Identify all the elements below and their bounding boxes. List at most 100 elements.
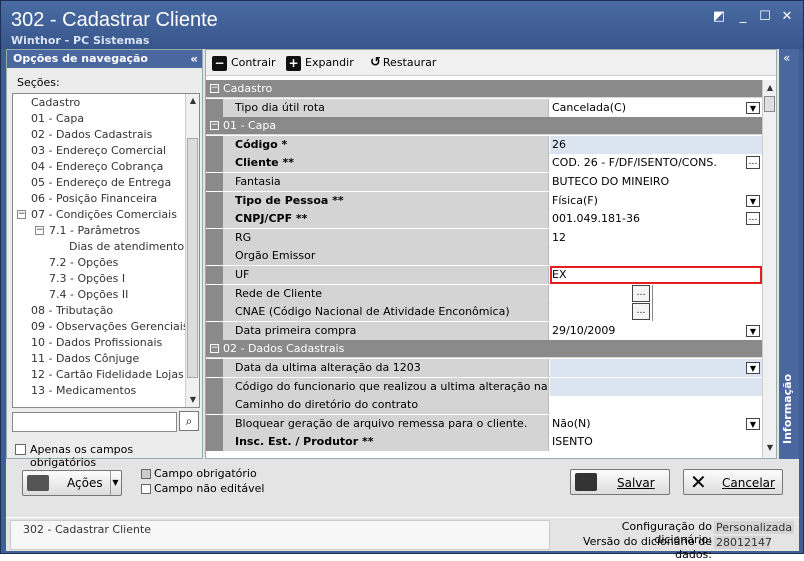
- field-value[interactable]: ▼: [550, 359, 762, 377]
- chevron-down-icon[interactable]: ▼: [746, 417, 760, 430]
- expand-label: Expandir: [305, 56, 354, 69]
- field-value[interactable]: [550, 377, 762, 396]
- field-value[interactable]: [550, 247, 762, 266]
- field-value[interactable]: 29/10/2009 ▼: [550, 321, 762, 340]
- field-value[interactable]: Física(F) ▼: [550, 191, 762, 210]
- field-label: Fantasia: [223, 173, 549, 191]
- restore-button[interactable]: ↺ Restaurar: [370, 54, 436, 72]
- chevron-down-icon[interactable]: ▼: [746, 101, 760, 114]
- grid-section[interactable]: −01 - Capa: [206, 117, 762, 136]
- field-value[interactable]: …: [550, 303, 762, 322]
- grid-row: Insc. Est. / Produtor ** ISENTO: [206, 433, 762, 452]
- row-gutter: [206, 210, 223, 229]
- section-collapse-icon[interactable]: −: [210, 344, 219, 354]
- actions-button[interactable]: Ações ▼: [22, 470, 122, 496]
- property-grid: − Cadastro Tipo dia útil rota Cancelada(C) ▼…: [206, 80, 762, 458]
- chevron-down-icon[interactable]: ▼: [746, 324, 760, 337]
- ellipsis-button[interactable]: …: [746, 156, 760, 170]
- field-value[interactable]: ISENTO: [550, 433, 762, 452]
- field-label: Data primeira compra: [223, 321, 549, 340]
- grid-row: CNAE (Código Nacional de Atividade Encon…: [206, 303, 762, 322]
- grid-row: Tipo dia útil rota Cancelada(C) ▼: [206, 98, 762, 117]
- tree-item-label: 05 - Endereço de Entrega: [31, 176, 172, 189]
- field-value[interactable]: EX: [550, 266, 762, 284]
- ellipsis-button[interactable]: …: [632, 284, 650, 302]
- collapse-label: Contrair: [231, 56, 276, 69]
- chevron-down-icon[interactable]: ▼: [746, 194, 760, 207]
- field-value[interactable]: Não(N) ▼: [550, 414, 762, 433]
- section-collapse-icon[interactable]: −: [210, 84, 219, 93]
- field-value[interactable]: 001.049.181-36…: [550, 210, 762, 229]
- grid-section-label: 02 - Dados Cadastrais: [223, 342, 345, 356]
- field-value-text: COD. 26 - F/DF/ISENTO/CONS.: [552, 156, 717, 170]
- row-gutter: [206, 173, 223, 191]
- tree-item-label: 7.4 - Opções II: [49, 288, 129, 301]
- required-only-checkbox[interactable]: [15, 444, 26, 455]
- collapse-right-icon[interactable]: «: [783, 51, 790, 65]
- field-value[interactable]: BUTECO DO MINEIRO: [550, 173, 762, 191]
- field-value[interactable]: …: [550, 284, 762, 303]
- grid-scrollbar[interactable]: ▲ ▼: [762, 80, 776, 458]
- grid-row: Data da ultima alteração da 1203 ▼: [206, 359, 762, 377]
- field-value-text: ISENTO: [552, 435, 593, 449]
- section-collapse-icon[interactable]: −: [210, 121, 219, 131]
- chevron-down-icon[interactable]: ▼: [110, 471, 120, 495]
- status-bar: 302 - Cadastrar Cliente Configuração do …: [6, 517, 799, 561]
- sections-tree[interactable]: Cadastro 01 - Capa 02 - Dados Cadastrais 03…: [12, 93, 200, 408]
- ellipsis-button[interactable]: …: [632, 303, 650, 321]
- save-button[interactable]: Salvar: [570, 469, 670, 495]
- tree-item-label: 03 - Endereço Comercial: [31, 144, 167, 157]
- grid-row: Orgão Emissor: [206, 247, 762, 266]
- cancel-button[interactable]: ✕ Cancelar: [683, 469, 783, 495]
- field-label: CNPJ/CPF **: [223, 210, 549, 229]
- scroll-up-icon[interactable]: ▲: [764, 82, 776, 94]
- section-search-input[interactable]: [12, 412, 177, 432]
- field-label: Orgão Emissor: [223, 247, 549, 266]
- tree-item-label: 08 - Tributação: [31, 304, 114, 317]
- grid-section[interactable]: − Cadastro: [206, 80, 762, 98]
- search-icon[interactable]: ⌕: [179, 411, 199, 431]
- tree-item-label: Cadastro: [31, 96, 81, 109]
- collapse-left-icon[interactable]: «: [190, 50, 198, 68]
- tree-expander-icon[interactable]: −: [17, 210, 26, 219]
- field-value-text: EX: [552, 268, 567, 281]
- field-value[interactable]: 26: [550, 135, 762, 154]
- maximize-icon[interactable]: ☐: [757, 9, 773, 25]
- legend-not-editable-swatch: [141, 484, 151, 494]
- chevron-down-icon[interactable]: ▼: [746, 362, 760, 374]
- grid-scrollbar-thumb[interactable]: [764, 96, 775, 112]
- tree-item-label: Dias de atendimento: [69, 240, 185, 253]
- dictionary-version-label: Versão do dicionário de dados:: [582, 535, 712, 561]
- field-label: Código do funcionario que realizou a ult…: [223, 377, 549, 396]
- field-value[interactable]: 12: [550, 228, 762, 247]
- field-value-text: 12: [552, 230, 566, 244]
- field-label: Código *: [223, 135, 549, 154]
- sections-label: Seções:: [17, 76, 60, 89]
- field-value[interactable]: Cancelada(C) ▼: [550, 98, 762, 117]
- grid-row: Cliente ** COD. 26 - F/DF/ISENTO/CONS.…: [206, 154, 762, 173]
- close-icon[interactable]: ✕: [779, 9, 795, 25]
- plus-icon: +: [286, 55, 301, 71]
- field-value[interactable]: COD. 26 - F/DF/ISENTO/CONS. …: [550, 154, 762, 173]
- grid-row: Código * 26: [206, 135, 762, 154]
- expand-button[interactable]: + Expandir: [286, 54, 354, 72]
- scroll-up-icon[interactable]: ▲: [187, 95, 199, 107]
- field-value[interactable]: [550, 396, 762, 415]
- row-gutter: [206, 284, 223, 303]
- ellipsis-button[interactable]: …: [746, 212, 760, 226]
- row-gutter: [206, 191, 223, 210]
- tree-item-label: 01 - Capa: [31, 112, 85, 125]
- required-only-label: Apenas os campos obrigatórios: [30, 443, 134, 469]
- grid-section[interactable]: −02 - Dados Cadastrais: [206, 340, 762, 359]
- scroll-down-icon[interactable]: ▼: [764, 442, 776, 454]
- information-panel[interactable]: « Informação: [779, 49, 799, 459]
- undo-icon: ↺: [370, 55, 381, 70]
- edit-icon[interactable]: ◩: [711, 9, 727, 25]
- scroll-down-icon[interactable]: ▼: [187, 394, 199, 406]
- minimize-icon[interactable]: _: [735, 9, 751, 25]
- collapse-button[interactable]: − Contrair: [212, 54, 276, 72]
- tree-scrollbar-thumb[interactable]: [187, 138, 198, 378]
- tree-expander-icon[interactable]: −: [35, 226, 44, 235]
- tree-scrollbar[interactable]: ▲ ▼: [185, 94, 199, 407]
- application-window: 302 - Cadastrar Cliente Winthor - PC Sis…: [0, 0, 804, 561]
